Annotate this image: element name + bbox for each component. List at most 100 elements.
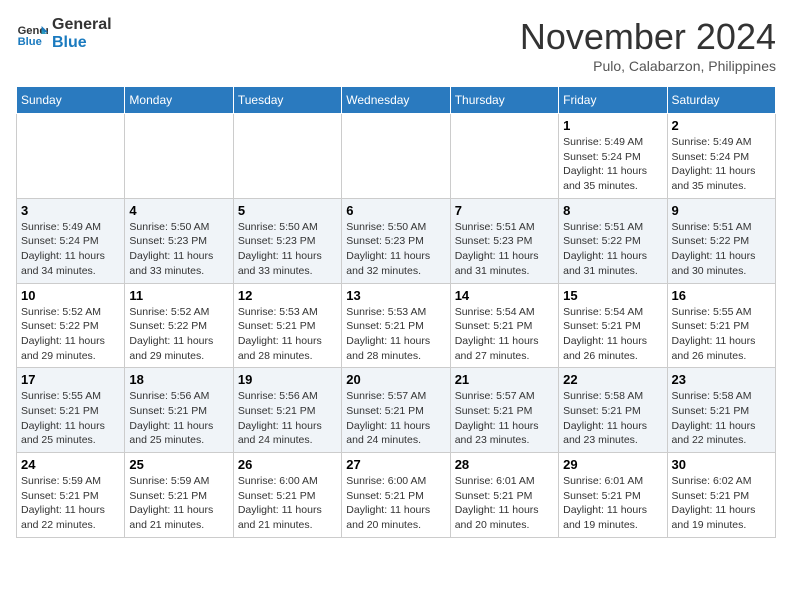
calendar-week-4: 17 Sunrise: 5:55 AM Sunset: 5:21 PM Dayli…	[17, 368, 776, 453]
day-info: Sunrise: 5:55 AM Sunset: 5:21 PM Dayligh…	[21, 389, 120, 448]
day-info: Sunrise: 5:52 AM Sunset: 5:22 PM Dayligh…	[129, 305, 228, 364]
calendar-table: SundayMondayTuesdayWednesdayThursdayFrid…	[16, 86, 776, 538]
day-info: Sunrise: 5:53 AM Sunset: 5:21 PM Dayligh…	[238, 305, 337, 364]
location: Pulo, Calabarzon, Philippines	[520, 58, 776, 74]
calendar-cell: 16 Sunrise: 5:55 AM Sunset: 5:21 PM Dayli…	[667, 283, 775, 368]
day-info: Sunrise: 5:51 AM Sunset: 5:23 PM Dayligh…	[455, 220, 554, 279]
day-info: Sunrise: 5:50 AM Sunset: 5:23 PM Dayligh…	[238, 220, 337, 279]
calendar-cell: 10Sunrise: 5:52 AM Sunset: 5:22 PM Dayli…	[17, 283, 125, 368]
day-info: Sunrise: 5:50 AM Sunset: 5:23 PM Dayligh…	[129, 220, 228, 279]
day-info: Sunrise: 5:56 AM Sunset: 5:21 PM Dayligh…	[238, 389, 337, 448]
calendar-cell	[233, 114, 341, 199]
day-number: 12	[238, 288, 337, 303]
day-number: 9	[672, 203, 771, 218]
day-info: Sunrise: 5:50 AM Sunset: 5:23 PM Dayligh…	[346, 220, 445, 279]
calendar-week-2: 3 Sunrise: 5:49 AM Sunset: 5:24 PM Daylig…	[17, 198, 776, 283]
day-number: 7	[455, 203, 554, 218]
day-number: 4	[129, 203, 228, 218]
day-info: Sunrise: 6:02 AM Sunset: 5:21 PM Dayligh…	[672, 474, 771, 533]
day-number: 19	[238, 372, 337, 387]
calendar-cell	[342, 114, 450, 199]
logo: General Blue General Blue	[16, 16, 112, 51]
calendar-cell: 3 Sunrise: 5:49 AM Sunset: 5:24 PM Daylig…	[17, 198, 125, 283]
day-info: Sunrise: 5:56 AM Sunset: 5:21 PM Dayligh…	[129, 389, 228, 448]
calendar-cell: 26 Sunrise: 6:00 AM Sunset: 5:21 PM Dayli…	[233, 453, 341, 538]
day-info: Sunrise: 6:00 AM Sunset: 5:21 PM Dayligh…	[238, 474, 337, 533]
calendar-cell: 13Sunrise: 5:53 AM Sunset: 5:21 PM Dayli…	[342, 283, 450, 368]
day-number: 20	[346, 372, 445, 387]
calendar-cell: 6 Sunrise: 5:50 AM Sunset: 5:23 PM Daylig…	[342, 198, 450, 283]
calendar-cell	[17, 114, 125, 199]
calendar-cell: 12 Sunrise: 5:53 AM Sunset: 5:21 PM Dayli…	[233, 283, 341, 368]
day-number: 22	[563, 372, 662, 387]
weekday-header-tuesday: Tuesday	[233, 87, 341, 114]
calendar-cell: 22 Sunrise: 5:58 AM Sunset: 5:21 PM Dayli…	[559, 368, 667, 453]
day-info: Sunrise: 5:49 AM Sunset: 5:24 PM Dayligh…	[672, 135, 771, 194]
calendar-cell: 19 Sunrise: 5:56 AM Sunset: 5:21 PM Dayli…	[233, 368, 341, 453]
svg-text:Blue: Blue	[18, 36, 42, 48]
day-info: Sunrise: 5:59 AM Sunset: 5:21 PM Dayligh…	[129, 474, 228, 533]
day-number: 3	[21, 203, 120, 218]
calendar-cell: 29Sunrise: 6:01 AM Sunset: 5:21 PM Dayli…	[559, 453, 667, 538]
day-number: 17	[21, 372, 120, 387]
calendar-cell: 23 Sunrise: 5:58 AM Sunset: 5:21 PM Dayli…	[667, 368, 775, 453]
page-header: General Blue General Blue November 2024 …	[16, 16, 776, 74]
day-number: 5	[238, 203, 337, 218]
calendar-cell: 25 Sunrise: 5:59 AM Sunset: 5:21 PM Dayli…	[125, 453, 233, 538]
day-info: Sunrise: 5:54 AM Sunset: 5:21 PM Dayligh…	[455, 305, 554, 364]
day-number: 2	[672, 118, 771, 133]
day-number: 25	[129, 457, 228, 472]
title-area: November 2024 Pulo, Calabarzon, Philippi…	[520, 16, 776, 74]
day-info: Sunrise: 5:53 AM Sunset: 5:21 PM Dayligh…	[346, 305, 445, 364]
calendar-cell	[450, 114, 558, 199]
calendar-cell: 27Sunrise: 6:00 AM Sunset: 5:21 PM Dayli…	[342, 453, 450, 538]
day-info: Sunrise: 6:01 AM Sunset: 5:21 PM Dayligh…	[455, 474, 554, 533]
day-number: 29	[563, 457, 662, 472]
calendar-cell: 8 Sunrise: 5:51 AM Sunset: 5:22 PM Daylig…	[559, 198, 667, 283]
weekday-header-saturday: Saturday	[667, 87, 775, 114]
calendar-cell: 30 Sunrise: 6:02 AM Sunset: 5:21 PM Dayli…	[667, 453, 775, 538]
day-number: 16	[672, 288, 771, 303]
day-number: 30	[672, 457, 771, 472]
weekday-header-friday: Friday	[559, 87, 667, 114]
logo-wordmark: General Blue	[52, 16, 112, 51]
calendar-week-1: 1Sunrise: 5:49 AM Sunset: 5:24 PM Daylig…	[17, 114, 776, 199]
day-info: Sunrise: 5:55 AM Sunset: 5:21 PM Dayligh…	[672, 305, 771, 364]
calendar-cell: 7 Sunrise: 5:51 AM Sunset: 5:23 PM Daylig…	[450, 198, 558, 283]
day-number: 8	[563, 203, 662, 218]
day-info: Sunrise: 5:51 AM Sunset: 5:22 PM Dayligh…	[563, 220, 662, 279]
day-number: 24	[21, 457, 120, 472]
day-number: 21	[455, 372, 554, 387]
weekday-header-thursday: Thursday	[450, 87, 558, 114]
logo-icon: General Blue	[16, 18, 48, 50]
day-info: Sunrise: 5:51 AM Sunset: 5:22 PM Dayligh…	[672, 220, 771, 279]
calendar-cell	[125, 114, 233, 199]
calendar-cell: 20Sunrise: 5:57 AM Sunset: 5:21 PM Dayli…	[342, 368, 450, 453]
calendar-cell: 11Sunrise: 5:52 AM Sunset: 5:22 PM Dayli…	[125, 283, 233, 368]
day-info: Sunrise: 5:58 AM Sunset: 5:21 PM Dayligh…	[563, 389, 662, 448]
day-number: 28	[455, 457, 554, 472]
day-number: 26	[238, 457, 337, 472]
calendar-cell: 4 Sunrise: 5:50 AM Sunset: 5:23 PM Daylig…	[125, 198, 233, 283]
day-number: 10	[21, 288, 120, 303]
calendar-cell: 18 Sunrise: 5:56 AM Sunset: 5:21 PM Dayli…	[125, 368, 233, 453]
day-number: 23	[672, 372, 771, 387]
month-title: November 2024	[520, 16, 776, 58]
weekday-header-monday: Monday	[125, 87, 233, 114]
day-info: Sunrise: 5:58 AM Sunset: 5:21 PM Dayligh…	[672, 389, 771, 448]
day-info: Sunrise: 5:49 AM Sunset: 5:24 PM Dayligh…	[21, 220, 120, 279]
calendar-cell: 1Sunrise: 5:49 AM Sunset: 5:24 PM Daylig…	[559, 114, 667, 199]
day-info: Sunrise: 5:54 AM Sunset: 5:21 PM Dayligh…	[563, 305, 662, 364]
calendar-cell: 17 Sunrise: 5:55 AM Sunset: 5:21 PM Dayli…	[17, 368, 125, 453]
day-number: 6	[346, 203, 445, 218]
weekday-header-sunday: Sunday	[17, 87, 125, 114]
day-number: 18	[129, 372, 228, 387]
calendar-cell: 14 Sunrise: 5:54 AM Sunset: 5:21 PM Dayli…	[450, 283, 558, 368]
weekday-header-wednesday: Wednesday	[342, 87, 450, 114]
day-number: 14	[455, 288, 554, 303]
calendar-cell: 28 Sunrise: 6:01 AM Sunset: 5:21 PM Dayli…	[450, 453, 558, 538]
day-info: Sunrise: 5:57 AM Sunset: 5:21 PM Dayligh…	[455, 389, 554, 448]
calendar-cell: 5 Sunrise: 5:50 AM Sunset: 5:23 PM Daylig…	[233, 198, 341, 283]
day-number: 15	[563, 288, 662, 303]
calendar-cell: 21 Sunrise: 5:57 AM Sunset: 5:21 PM Dayli…	[450, 368, 558, 453]
